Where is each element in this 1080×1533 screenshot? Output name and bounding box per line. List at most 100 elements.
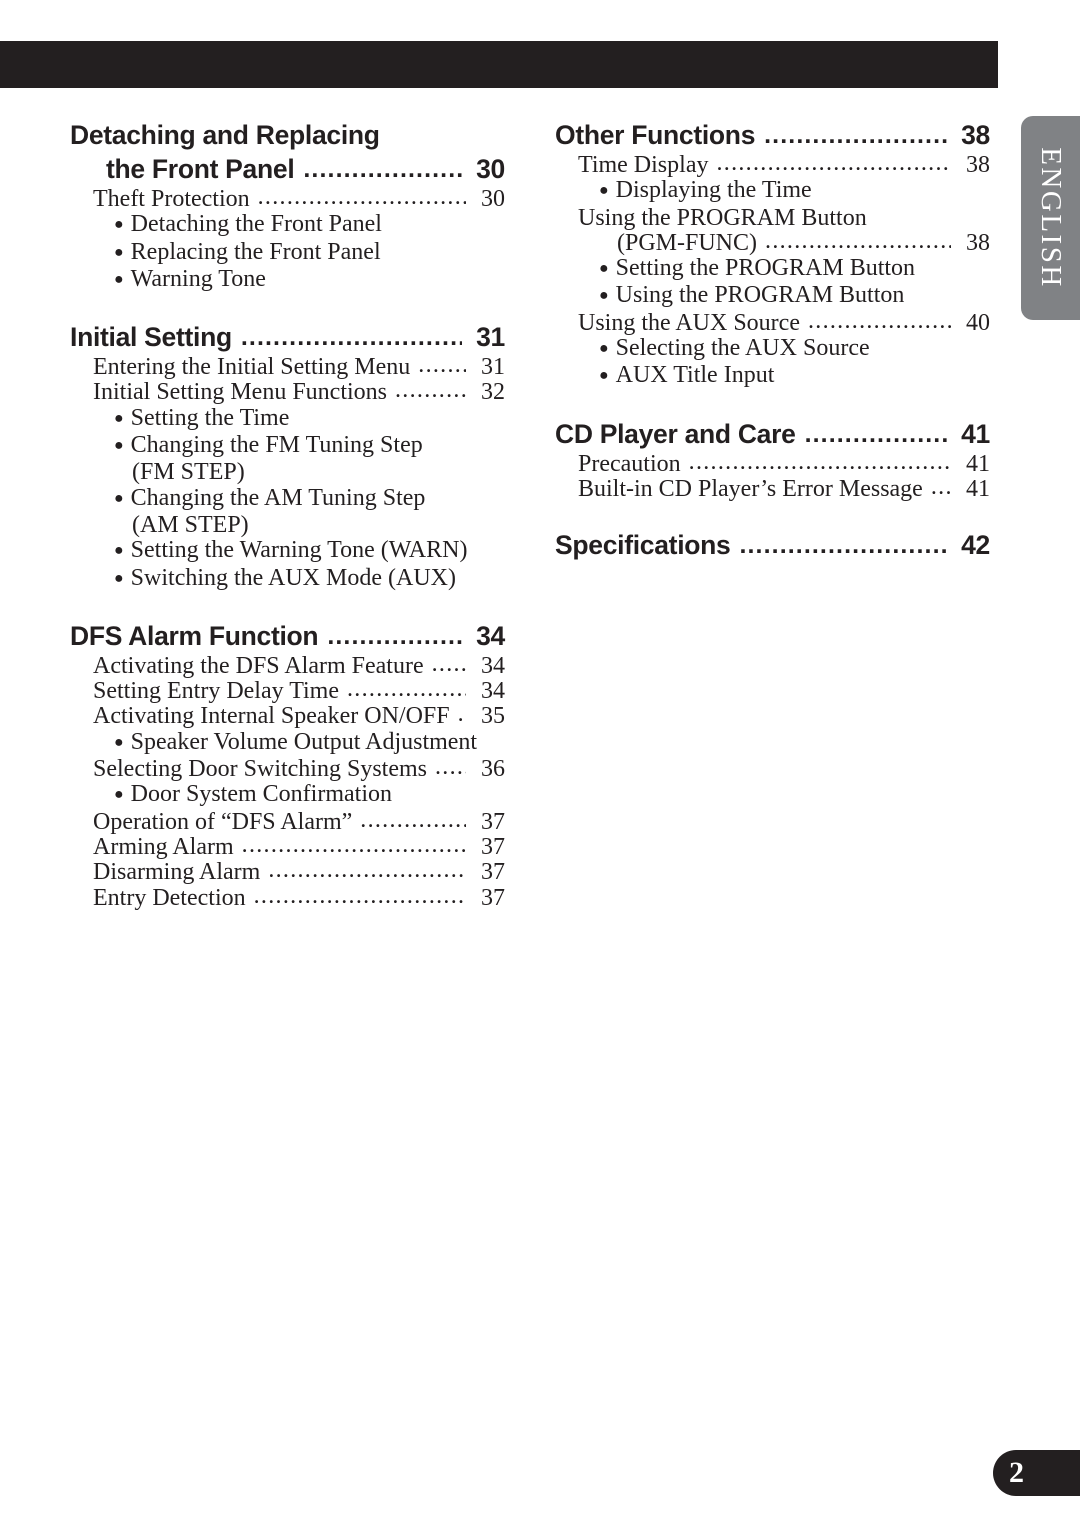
leader-dots: ........................................…	[930, 474, 951, 500]
toc-entry[interactable]: Built-in CD Player’s Error Message......…	[555, 474, 990, 502]
toc-section: DFS Alarm Function......................…	[70, 619, 505, 911]
leader-dots: ........................................…	[327, 621, 462, 650]
toc-entry[interactable]: Using the PROGRAM Button	[555, 205, 990, 231]
sub-entry-label: Detaching the Front Panel	[130, 211, 382, 238]
toc-section: Specifications..........................…	[555, 528, 990, 563]
leader-dots: ........................................…	[764, 121, 947, 149]
bullet-icon: ●	[114, 733, 124, 751]
leader-dots: ........................................…	[457, 702, 466, 728]
toc-sub-entry[interactable]: ● Selecting the AUX Source	[555, 335, 990, 363]
toc-sub-entry[interactable]: ● Speaker Volume Output Adjustment	[70, 728, 505, 757]
leader-dots: ........................................…	[434, 755, 466, 781]
toc-sub-entry[interactable]: ● Door System Confirmation	[70, 782, 505, 809]
entry-page-number: 34	[481, 678, 505, 705]
toc-sub-entry[interactable]: ● Detaching the Front Panel	[70, 211, 505, 239]
toc-entry[interactable]: Entering the Initial Setting Menu.......…	[70, 353, 505, 381]
leader-dots: ........................................…	[257, 185, 466, 210]
toc-sub-entry[interactable]: ● Changing the AM Tuning Step	[70, 484, 505, 513]
bullet-icon: ●	[114, 542, 124, 560]
sub-entry-label: Changing the AM Tuning Step	[130, 484, 426, 511]
entry-page-number: 38	[966, 229, 990, 256]
toc-entry[interactable]: Time Display............................…	[555, 151, 990, 178]
leader-dots: ........................................…	[268, 858, 466, 884]
entry-page-number: 41	[966, 450, 990, 477]
toc-entry[interactable]: Disarming Alarm.........................…	[70, 858, 505, 886]
bullet-icon: ●	[599, 182, 609, 200]
leader-dots: ........................................…	[253, 883, 466, 909]
bullet-icon: ●	[114, 243, 124, 261]
toc-chapter-heading[interactable]: DFS Alarm Function......................…	[70, 619, 505, 654]
entry-page-number: 37	[481, 884, 505, 911]
leader-dots: ........................................…	[418, 353, 466, 379]
entry-label: Selecting Door Switching Systems	[93, 756, 427, 783]
toc-entry-continuation[interactable]: (PGM-FUNC)..............................…	[555, 229, 990, 256]
chapter-page-number: 41	[961, 418, 990, 449]
entry-label: Using the AUX Source	[578, 309, 800, 336]
sub-entry-label: AUX Title Input	[615, 362, 775, 389]
sub-entry-label: Setting the Time	[130, 404, 290, 431]
toc-sub-entry[interactable]: ● Replacing the Front Panel	[70, 239, 505, 267]
page-number: 2	[1009, 1456, 1024, 1489]
entry-label: Time Display	[578, 152, 709, 178]
entry-label: Activating the DFS Alarm Feature	[93, 652, 424, 679]
toc-section: CD Player and Care......................…	[555, 417, 990, 503]
page-number-badge: 2	[993, 1450, 1080, 1496]
entry-label: Operation of “DFS Alarm”	[93, 808, 353, 835]
toc-sub-entry[interactable]: ● Changing the FM Tuning Step	[70, 432, 505, 460]
toc-sub-entry[interactable]: ● Setting the PROGRAM Button	[555, 255, 990, 283]
leader-dots: ........................................…	[360, 807, 466, 833]
toc-entry[interactable]: Arming Alarm............................…	[70, 832, 505, 860]
toc-entry[interactable]: Theft Protection........................…	[70, 185, 505, 212]
chapter-title-text: Other Functions	[555, 120, 756, 150]
chapter-title-text: the Front Panel	[106, 154, 295, 184]
toc-entry[interactable]: Initial Setting Menu Functions..........…	[70, 378, 505, 405]
toc-entry[interactable]: Operation of “DFS Alarm”................…	[70, 807, 505, 835]
sub-entry-label: Selecting the AUX Source	[615, 335, 870, 362]
toc-sub-entry[interactable]: ● Setting the Time	[70, 404, 505, 433]
toc-chapter-heading[interactable]: CD Player and Care......................…	[555, 417, 990, 452]
toc-entry[interactable]: Entry Detection.........................…	[70, 883, 505, 911]
toc-entry[interactable]: Setting Entry Delay Time................…	[70, 677, 505, 705]
chapter-title-text: Specifications	[555, 530, 731, 561]
header-rule	[0, 41, 998, 88]
toc-chapter-heading[interactable]: Initial Setting.........................…	[70, 320, 505, 355]
chapter-title-line-1: Specifications..........................…	[555, 528, 990, 563]
chapter-page-number: 34	[476, 620, 505, 651]
sub-entry-label: Speaker Volume Output Adjustment	[130, 728, 478, 755]
bullet-icon: ●	[114, 786, 124, 804]
sub-entry-label: Setting the PROGRAM Button	[615, 255, 916, 282]
toc-sub-entry[interactable]: ● Displaying the Time	[555, 177, 990, 205]
toc-section: Other Functions.........................…	[555, 118, 990, 391]
bullet-icon: ●	[114, 270, 124, 288]
toc-sub-entry[interactable]: ● AUX Title Input	[555, 363, 990, 390]
entry-page-number: 37	[481, 833, 505, 860]
toc-sub-entry[interactable]: ● Using the PROGRAM Button	[555, 283, 990, 310]
toc-sub-entry[interactable]: ● Switching the AUX Mode (AUX)	[70, 565, 505, 593]
entry-label: Entering the Initial Setting Menu	[93, 354, 411, 381]
sub-entry-label: Changing the FM Tuning Step	[130, 432, 423, 459]
leader-dots: ........................................…	[807, 308, 951, 334]
toc-chapter-heading[interactable]: Detaching and Replacing the Front Panel..…	[70, 118, 505, 187]
toc-entry[interactable]: Activating Internal Speaker ON/OFF......…	[70, 702, 505, 729]
toc-chapter-heading[interactable]: Other Functions.........................…	[555, 118, 990, 153]
chapter-title-text: DFS Alarm Function	[70, 620, 319, 651]
toc-column-right: Other Functions.........................…	[555, 118, 990, 563]
toc-entry[interactable]: Activating the DFS Alarm Feature........…	[70, 651, 505, 679]
leader-dots: ........................................…	[241, 832, 466, 858]
toc-sub-entry[interactable]: ● Warning Tone	[70, 266, 505, 294]
entry-label: Disarming Alarm	[93, 859, 261, 886]
entry-page-number: 40	[966, 309, 990, 336]
bullet-icon: ●	[114, 489, 124, 507]
sub-entry-label: Setting the Warning Tone (WARN)	[130, 537, 468, 564]
leader-dots: ........................................…	[804, 419, 947, 448]
toc-chapter-heading[interactable]: Specifications..........................…	[555, 528, 990, 563]
toc-entry[interactable]: Selecting Door Switching Systems........…	[70, 755, 505, 783]
toc-sub-entry[interactable]: ● Setting the Warning Tone (WARN)	[70, 537, 505, 565]
toc-entry[interactable]: Precaution..............................…	[555, 450, 990, 477]
chapter-page-number: 38	[961, 120, 990, 150]
bullet-icon: ●	[114, 216, 124, 234]
leader-dots: ........................................…	[431, 651, 466, 677]
toc-entry[interactable]: Using the AUX Source....................…	[555, 308, 990, 336]
